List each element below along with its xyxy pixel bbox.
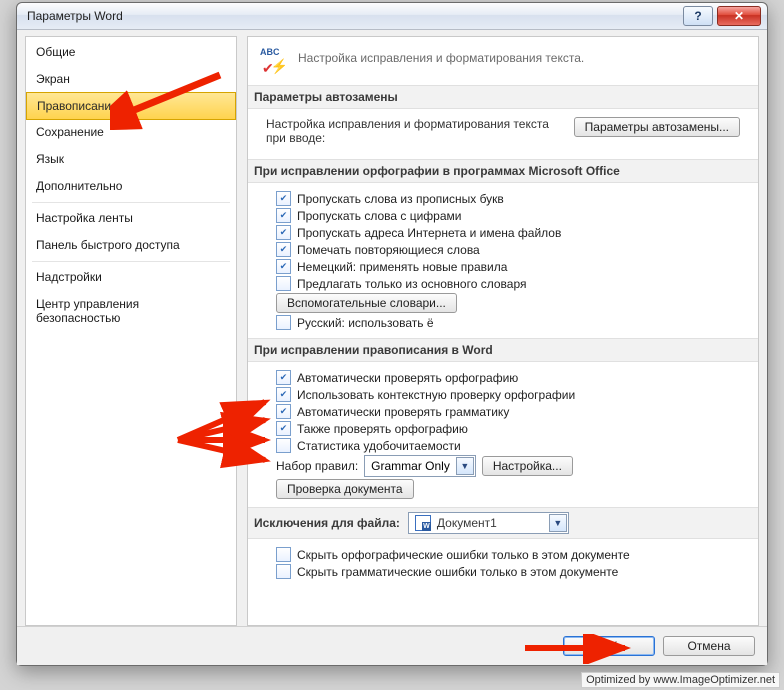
sidebar-item-general[interactable]: Общие xyxy=(26,39,236,66)
checkbox-label: Пропускать слова с цифрами xyxy=(297,209,461,223)
ruleset-value: Grammar Only xyxy=(371,459,450,473)
check-context-spell: Использовать контекстную проверку орфогр… xyxy=(276,387,746,402)
ruleset-settings-button[interactable]: Настройка... xyxy=(482,456,573,476)
check-german: Немецкий: применять новые правила xyxy=(276,259,746,274)
sidebar-item-save[interactable]: Сохранение xyxy=(26,119,236,146)
exceptions-label: Исключения для файла: xyxy=(254,516,400,530)
check-numbers: Пропускать слова с цифрами xyxy=(276,208,746,223)
ms-spell-checks: Пропускать слова из прописных букв Пропу… xyxy=(268,191,746,330)
check-auto-spell: Автоматически проверять орфографию xyxy=(276,370,746,385)
sidebar-item-addins[interactable]: Надстройки xyxy=(26,264,236,291)
check-auto-grammar: Автоматически проверять грамматику xyxy=(276,404,746,419)
titlebar: Параметры Word ? ✕ xyxy=(17,3,767,30)
check-hide-grammar: Скрыть грамматические ошибки только в эт… xyxy=(276,564,746,579)
content-header: ABC✔⚡ Настройка исправления и форматиров… xyxy=(260,47,746,75)
custom-dict-row: Вспомогательные словари... xyxy=(276,293,746,313)
proofing-icon: ABC✔⚡ xyxy=(260,47,288,75)
section-exceptions-title: Исключения для файла: Документ1 ▼ xyxy=(248,507,758,539)
category-sidebar: Общие Экран Правописание Сохранение Язык… xyxy=(25,36,237,626)
checkbox[interactable] xyxy=(276,208,291,223)
content-header-text: Настройка исправления и форматирования т… xyxy=(298,47,584,65)
sidebar-separator xyxy=(32,202,230,203)
word-spell-checks: Автоматически проверять орфографию Испол… xyxy=(268,370,746,499)
window-title: Параметры Word xyxy=(27,9,679,23)
custom-dictionaries-button[interactable]: Вспомогательные словари... xyxy=(276,293,457,313)
autocorrect-row: Настройка исправления и форматирования т… xyxy=(260,117,746,151)
checkbox-label: Автоматически проверять грамматику xyxy=(297,405,509,419)
checkbox-label: Скрыть орфографические ошибки только в э… xyxy=(297,548,630,562)
dialog-footer: ОК Отмена xyxy=(17,626,767,665)
check-document-button[interactable]: Проверка документа xyxy=(276,479,414,499)
section-word-spell-title: При исправлении правописания в Word xyxy=(248,338,758,362)
sidebar-item-proofing[interactable]: Правописание xyxy=(26,92,236,120)
ruleset-select[interactable]: Grammar Only ▼ xyxy=(364,455,476,477)
chevron-down-icon: ▼ xyxy=(456,457,474,475)
checkbox-label: Также проверять орфографию xyxy=(297,422,468,436)
sidebar-item-language[interactable]: Язык xyxy=(26,146,236,173)
checkbox-label: Использовать контекстную проверку орфогр… xyxy=(297,388,575,402)
sidebar-item-qat[interactable]: Панель быстрого доступа xyxy=(26,232,236,259)
sidebar-item-ribbon[interactable]: Настройка ленты xyxy=(26,205,236,232)
chevron-down-icon: ▼ xyxy=(549,514,567,532)
close-button[interactable]: ✕ xyxy=(717,6,761,26)
checkbox[interactable] xyxy=(276,547,291,562)
sidebar-item-advanced[interactable]: Дополнительно xyxy=(26,173,236,200)
autocorrect-options-button[interactable]: Параметры автозамены... xyxy=(574,117,740,137)
check-main-dict: Предлагать только из основного словаря xyxy=(276,276,746,291)
checkbox[interactable] xyxy=(276,404,291,419)
checkbox-label: Пропускать слова из прописных букв xyxy=(297,192,504,206)
sidebar-item-display[interactable]: Экран xyxy=(26,66,236,93)
checkbox[interactable] xyxy=(276,276,291,291)
dialog-body: Общие Экран Правописание Сохранение Язык… xyxy=(17,30,767,626)
checkbox-label: Русский: использовать ё xyxy=(297,316,434,330)
ruleset-label: Набор правил: xyxy=(276,459,358,473)
checkbox-label: Помечать повторяющиеся слова xyxy=(297,243,480,257)
check-uppercase: Пропускать слова из прописных букв xyxy=(276,191,746,206)
checkbox[interactable] xyxy=(276,259,291,274)
checkbox-label: Автоматически проверять орфографию xyxy=(297,371,518,385)
checkbox[interactable] xyxy=(276,242,291,257)
ok-button[interactable]: ОК xyxy=(563,636,655,656)
cancel-button[interactable]: Отмена xyxy=(663,636,755,656)
sidebar-separator xyxy=(32,261,230,262)
checkbox[interactable] xyxy=(276,191,291,206)
checkbox-label: Статистика удобочитаемости xyxy=(297,439,461,453)
section-autocorrect-title: Параметры автозамены xyxy=(248,85,758,109)
check-hide-spelling: Скрыть орфографические ошибки только в э… xyxy=(276,547,746,562)
exceptions-checks: Скрыть орфографические ошибки только в э… xyxy=(268,547,746,579)
section-ms-spell-title: При исправлении орфографии в программах … xyxy=(248,159,758,183)
check-also-spell: Также проверять орфографию xyxy=(276,421,746,436)
checkbox-label: Предлагать только из основного словаря xyxy=(297,277,526,291)
watermark-text: Optimized by www.ImageOptimizer.net xyxy=(581,672,780,688)
check-document-row: Проверка документа xyxy=(276,479,746,499)
checkbox[interactable] xyxy=(276,564,291,579)
options-dialog: Параметры Word ? ✕ Общие Экран Правописа… xyxy=(16,2,768,666)
checkbox[interactable] xyxy=(276,315,291,330)
checkbox[interactable] xyxy=(276,387,291,402)
options-content: ABC✔⚡ Настройка исправления и форматиров… xyxy=(247,36,759,626)
checkbox-label: Скрыть грамматические ошибки только в эт… xyxy=(297,565,618,579)
check-russian-yo: Русский: использовать ё xyxy=(276,315,746,330)
checkbox[interactable] xyxy=(276,421,291,436)
autocorrect-text: Настройка исправления и форматирования т… xyxy=(266,117,562,145)
checkbox-label: Пропускать адреса Интернета и имена файл… xyxy=(297,226,561,240)
exceptions-doc-select[interactable]: Документ1 ▼ xyxy=(408,512,569,534)
document-icon xyxy=(415,515,431,531)
checkbox-label: Немецкий: применять новые правила xyxy=(297,260,507,274)
ruleset-row: Набор правил: Grammar Only ▼ Настройка..… xyxy=(276,455,746,477)
check-urls: Пропускать адреса Интернета и имена файл… xyxy=(276,225,746,240)
help-button[interactable]: ? xyxy=(683,6,713,26)
checkbox[interactable] xyxy=(276,438,291,453)
sidebar-item-trust[interactable]: Центр управления безопасностью xyxy=(26,291,236,332)
window-buttons: ? ✕ xyxy=(679,6,761,26)
checkbox[interactable] xyxy=(276,370,291,385)
check-readability: Статистика удобочитаемости xyxy=(276,438,746,453)
exceptions-doc-name: Документ1 xyxy=(437,516,497,530)
checkbox[interactable] xyxy=(276,225,291,240)
check-repeated: Помечать повторяющиеся слова xyxy=(276,242,746,257)
